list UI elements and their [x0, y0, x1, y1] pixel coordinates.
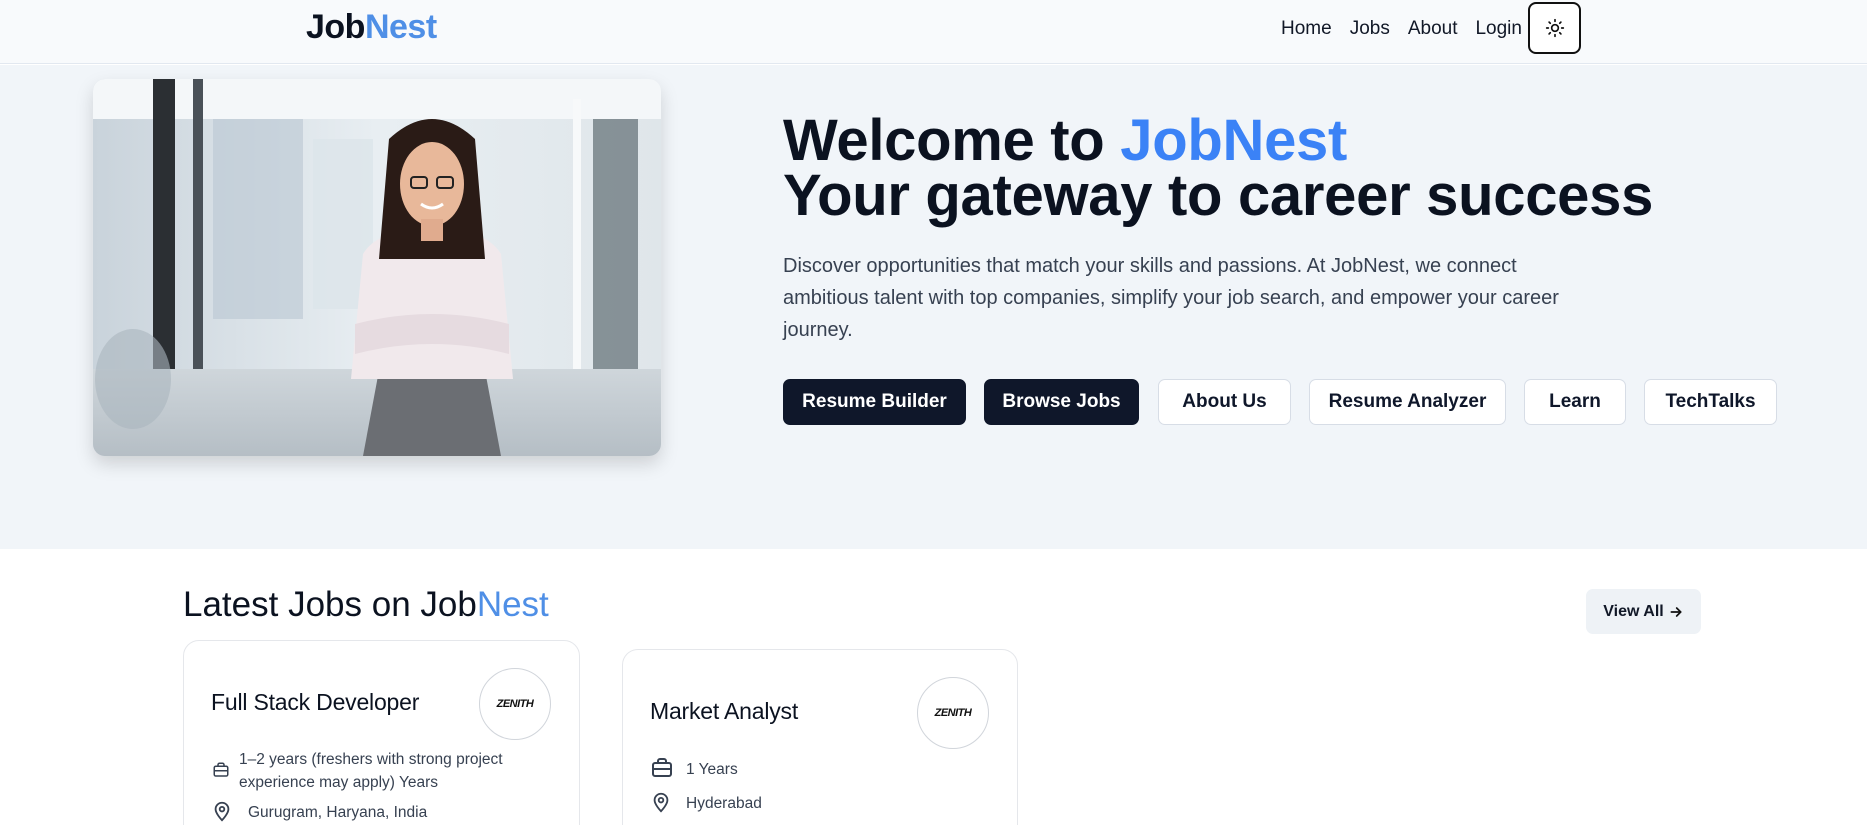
arrow-right-icon — [1670, 606, 1682, 617]
job-card[interactable]: Full Stack Developer ZENITH 1–2 years (f… — [183, 640, 580, 825]
hero-description: Discover opportunities that match your s… — [783, 255, 1559, 341]
nav-links: Home Jobs About Login — [1281, 17, 1540, 41]
about-us-button[interactable]: About Us — [1158, 379, 1291, 425]
nav-link-home[interactable]: Home — [1281, 17, 1332, 41]
site-logo[interactable]: JobNest — [306, 8, 437, 47]
company-logo-text: ZENITH — [934, 707, 972, 719]
briefcase-icon — [213, 762, 229, 777]
logo-text-nest: Nest — [364, 8, 437, 46]
briefcase-icon — [652, 758, 672, 777]
company-logo-text: ZENITH — [496, 698, 534, 710]
latest-jobs-heading-brand: Nest — [476, 585, 549, 624]
top-navbar: JobNest Home Jobs About Login — [0, 0, 1867, 64]
job-location: Gurugram, Haryana, India — [248, 804, 428, 821]
company-logo: ZENITH — [479, 668, 551, 740]
theme-toggle-button[interactable] — [1528, 2, 1581, 54]
techtalks-button[interactable]: TechTalks — [1644, 379, 1777, 425]
hero-photo-illustration — [93, 79, 661, 456]
job-title: Market Analyst — [650, 698, 799, 724]
job-card[interactable]: Market Analyst ZENITH 1 Years Hyderabad — [622, 649, 1018, 825]
logo-text-job: Job — [306, 8, 365, 46]
hero-heading-tagline: Your gateway to career success — [783, 163, 1654, 228]
location-pin-icon — [214, 801, 230, 822]
nav-link-login[interactable]: Login — [1475, 17, 1522, 41]
latest-jobs-heading: Latest Jobs on JobNest — [183, 585, 549, 625]
location-pin-icon — [653, 792, 669, 813]
company-logo: ZENITH — [917, 677, 989, 749]
job-experience: 1 Years — [686, 761, 738, 778]
hero-heading: Welcome to JobNest Your gateway to caree… — [783, 112, 1653, 225]
browse-jobs-button[interactable]: Browse Jobs — [984, 379, 1139, 425]
resume-analyzer-button[interactable]: Resume Analyzer — [1309, 379, 1506, 425]
latest-jobs-heading-prefix: Latest Jobs on Job — [183, 585, 477, 624]
job-location: Hyderabad — [686, 795, 762, 812]
nav-link-about[interactable]: About — [1408, 17, 1458, 41]
sun-icon — [1545, 18, 1564, 38]
resume-builder-button[interactable]: Resume Builder — [783, 379, 966, 425]
view-all-label: View All — [1603, 602, 1664, 620]
hero-section: Welcome to JobNest Your gateway to caree… — [0, 65, 1867, 549]
nav-link-jobs[interactable]: Jobs — [1350, 17, 1390, 41]
job-title: Full Stack Developer — [211, 689, 420, 715]
hero-image — [93, 79, 661, 456]
job-experience: 1–2 years (freshers with strong project … — [239, 751, 503, 791]
learn-button[interactable]: Learn — [1524, 379, 1626, 425]
view-all-button[interactable]: View All — [1586, 589, 1701, 634]
